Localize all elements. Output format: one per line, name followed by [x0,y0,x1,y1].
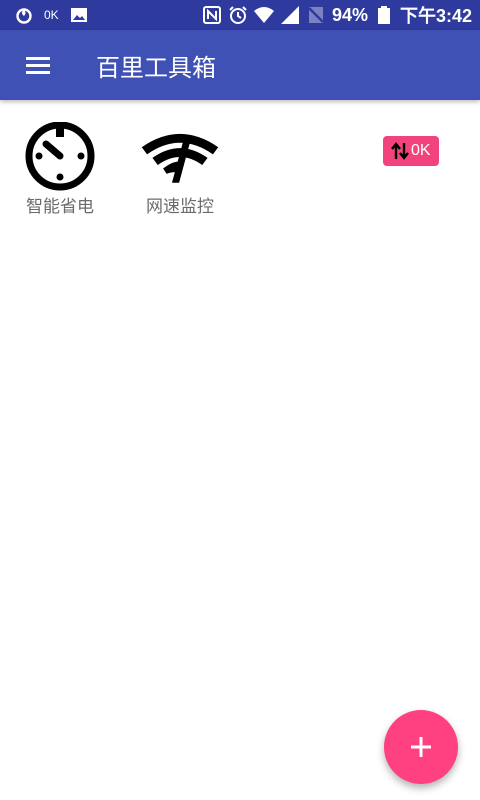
no-sim-icon [306,5,326,25]
battery-icon [374,5,394,25]
app-bar: 百里工具箱 [0,30,480,100]
tile-network-speed-monitor[interactable]: 网速监控 [130,122,230,217]
menu-button[interactable] [14,41,62,89]
status-bar-right: 94% 下午3:42 [202,2,480,28]
tile-label: 网速监控 [146,197,214,217]
image-icon [69,5,89,25]
status-bar-left: 0K [0,5,89,25]
netease-icon [14,5,34,25]
status-left-badge: 0K [44,8,59,22]
nfc-icon [202,5,222,25]
swap-vertical-icon [391,142,409,160]
wifi-speed-icon [140,122,220,192]
add-button[interactable] [384,710,458,784]
app-title: 百里工具箱 [96,53,216,82]
battery-percent: 94% [331,4,368,25]
status-bar: 0K 94% 下午3:42 [0,0,480,30]
signal-icon [280,5,300,25]
add-icon [411,737,431,757]
alarm-icon [228,5,248,25]
timer-circle-icon [20,122,100,192]
network-speed-badge: 0K [383,136,439,166]
speed-value: 0K [411,142,431,159]
wifi-icon [253,5,274,25]
tile-label: 智能省电 [26,197,94,217]
tile-smart-power-saving[interactable]: 智能省电 [10,122,110,217]
status-time: 下午3:42 [399,6,472,26]
menu-icon [26,57,50,74]
